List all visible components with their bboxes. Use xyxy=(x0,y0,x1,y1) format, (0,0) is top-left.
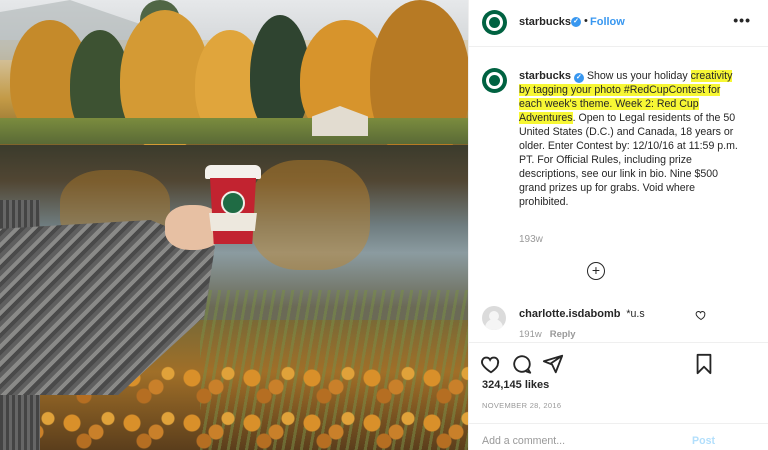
avatar[interactable] xyxy=(482,10,507,35)
comment-timestamp[interactable]: 191w xyxy=(519,329,542,340)
post-sidebar: starbucks ✓ • Follow ••• starbucks ✓ Show… xyxy=(468,0,768,450)
add-comment-bar: Add a comment... Post xyxy=(469,423,768,450)
comment-meta: 191w Reply xyxy=(519,329,576,340)
caption-body: Show us your holiday xyxy=(586,70,691,82)
username-link[interactable]: starbucks xyxy=(519,16,571,28)
post-header: starbucks ✓ • Follow ••• xyxy=(469,0,768,47)
post-actions: 324,145 likes NOVEMBER 28, 2016 Add a co… xyxy=(469,342,768,450)
comment-body: *u.s xyxy=(626,308,645,320)
caption-timestamp[interactable]: 193w xyxy=(519,234,543,245)
like-heart-icon[interactable] xyxy=(480,353,502,375)
grass xyxy=(0,118,468,144)
cup-sleeve xyxy=(209,213,257,231)
comment-text: charlotte.isdabomb *u.s xyxy=(519,308,645,320)
post-photo[interactable] xyxy=(0,0,468,450)
verified-badge-icon: ✓ xyxy=(573,73,584,83)
follow-button[interactable]: Follow xyxy=(590,16,625,28)
reflection xyxy=(250,160,370,270)
add-comment-input[interactable]: Add a comment... xyxy=(482,435,565,447)
cup-lid xyxy=(205,165,261,179)
caption-body-rest: . Open to Legal residents of the 50 Unit… xyxy=(519,112,738,208)
avatar[interactable] xyxy=(482,306,506,330)
bookmark-icon[interactable] xyxy=(693,353,715,375)
comment-row: charlotte.isdabomb *u.s 191w Reply xyxy=(469,303,768,343)
starbucks-logo-icon xyxy=(221,191,245,215)
comment-username[interactable]: charlotte.isdabomb xyxy=(519,308,620,320)
more-options-icon[interactable]: ••• xyxy=(733,12,751,28)
comment-like-icon[interactable] xyxy=(695,309,707,321)
comment-bubble-icon[interactable] xyxy=(511,353,533,375)
post-date: NOVEMBER 28, 2016 xyxy=(482,401,562,410)
separator-dot: • xyxy=(584,15,588,27)
post-comment-button[interactable]: Post xyxy=(692,435,715,447)
plus-circle-icon[interactable]: + xyxy=(587,262,605,280)
share-send-icon[interactable] xyxy=(542,353,564,375)
reply-button[interactable]: Reply xyxy=(550,329,576,340)
verified-badge-icon: ✓ xyxy=(571,17,581,27)
caption-text: starbucks ✓ Show us your holiday creativi… xyxy=(519,69,741,209)
avatar[interactable] xyxy=(482,68,507,93)
likes-count[interactable]: 324,145 likes xyxy=(482,379,549,391)
red-cup xyxy=(205,165,261,245)
caption-username[interactable]: starbucks xyxy=(519,70,571,82)
